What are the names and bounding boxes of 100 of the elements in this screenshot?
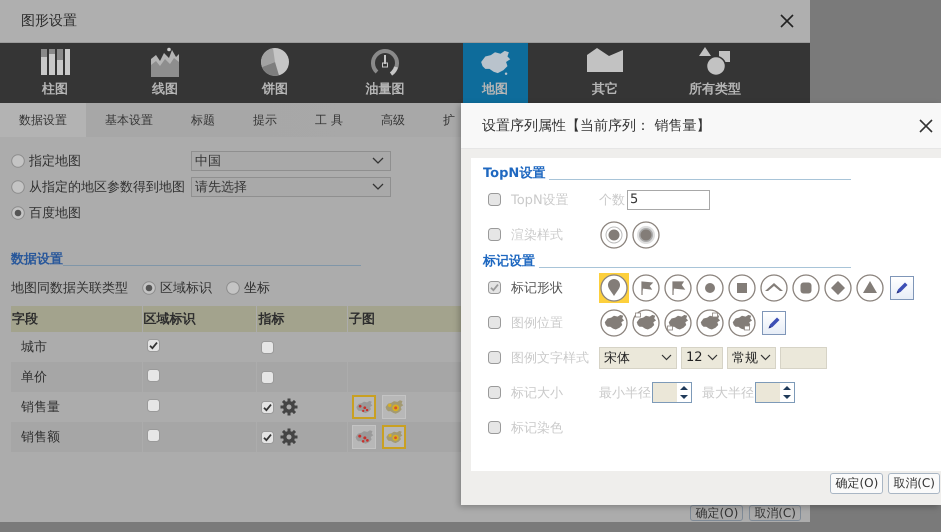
map-thumbnail[interactable]	[352, 425, 376, 449]
render-style-option[interactable]	[599, 220, 629, 250]
checkbox[interactable]	[146, 428, 160, 442]
settings-tab[interactable]: 标题	[172, 103, 234, 137]
pie-chart-icon	[260, 47, 290, 77]
checkbox[interactable]	[261, 340, 274, 354]
settings-tab[interactable]: 提示	[234, 103, 296, 137]
legend-position-option[interactable]	[631, 308, 661, 338]
close-icon[interactable]	[919, 118, 933, 132]
legend-position-option[interactable]	[599, 308, 629, 338]
chevron-icon	[760, 354, 771, 361]
radio-button[interactable]	[11, 180, 25, 194]
diamond-option[interactable]	[823, 272, 853, 302]
settings-tab[interactable]: 数据设置	[0, 103, 86, 137]
render-style-option[interactable]	[631, 220, 661, 250]
chevron-option[interactable]	[759, 272, 789, 302]
checkbox[interactable]	[146, 398, 160, 412]
chart-type-tab[interactable]: 饼图	[242, 43, 308, 103]
settings-tab[interactable]: 基本设置	[86, 103, 172, 137]
flag-option[interactable]	[631, 272, 661, 302]
checkbox[interactable]	[261, 400, 274, 414]
column-header: 字段	[11, 306, 142, 332]
chart-type-tab[interactable]: 其它	[572, 43, 638, 103]
legend-position-option[interactable]	[727, 308, 757, 338]
radio-button[interactable]	[226, 281, 240, 295]
count-field[interactable]: 5	[627, 190, 710, 210]
checkbox[interactable]	[488, 421, 501, 434]
bar-chart-icon	[40, 47, 70, 75]
chevron-icon	[661, 354, 672, 361]
pencil-icon	[894, 280, 910, 296]
dialog-button[interactable]: 取消(C)	[749, 505, 801, 521]
chart-type-tab[interactable]: 线图	[132, 43, 198, 103]
dialog-title: 图形设置	[21, 12, 77, 30]
dialog-button[interactable]: 确定(O)	[830, 473, 884, 494]
rounded-square-option[interactable]	[791, 272, 821, 302]
option-label: 标记形状	[511, 280, 564, 296]
square-option[interactable]	[727, 272, 757, 302]
table-cell: 单价	[11, 362, 142, 392]
radio-button[interactable]	[11, 206, 25, 220]
checkbox[interactable]	[488, 193, 501, 206]
other-chart-icon	[587, 47, 623, 73]
checkbox[interactable]	[488, 281, 501, 294]
triangle-option[interactable]	[855, 272, 885, 302]
gear-icon[interactable]	[280, 398, 298, 416]
font-dropdown[interactable]: 宋体	[599, 346, 677, 368]
field-label: 地图同数据关联类型	[11, 280, 128, 297]
radio-button[interactable]	[11, 154, 25, 168]
line-chart-icon	[150, 47, 180, 77]
section-title: TopN设置	[483, 165, 546, 182]
section-title: 数据设置	[11, 251, 63, 268]
map-thumbnail[interactable]	[382, 425, 406, 449]
radio-label: 坐标	[244, 280, 270, 297]
close-icon[interactable]	[780, 14, 794, 28]
spinner-field[interactable]	[652, 382, 692, 403]
dropdown[interactable]: 请先选择	[191, 177, 391, 197]
circle-option[interactable]	[695, 272, 725, 302]
section-title: 标记设置	[483, 253, 535, 270]
map-thumbnail[interactable]	[382, 395, 406, 419]
chart-type-tab[interactable]: 柱图	[22, 43, 88, 103]
radio-label: 指定地图	[29, 153, 81, 170]
edit-button[interactable]	[890, 276, 914, 300]
size-dropdown[interactable]: 12	[681, 346, 723, 368]
settings-tab[interactable]: 高级	[362, 103, 424, 137]
checkbox[interactable]	[488, 316, 501, 329]
spinner-field[interactable]	[755, 382, 795, 403]
legend-position-option[interactable]	[695, 308, 725, 338]
chart-type-tab[interactable]: 所有类型	[682, 43, 748, 103]
checkbox[interactable]	[146, 368, 160, 382]
checkbox[interactable]	[488, 228, 501, 241]
dialog-title: 设置序列属性【当前序列： 销售量】	[482, 116, 710, 134]
style-dropdown[interactable]: 常规	[727, 346, 776, 368]
pencil-icon	[766, 314, 782, 330]
gear-icon[interactable]	[280, 428, 298, 446]
flag-option[interactable]	[663, 272, 693, 302]
checkbox[interactable]	[146, 338, 160, 352]
checkbox[interactable]	[261, 430, 274, 444]
stepper-arrows-icon[interactable]	[782, 384, 792, 401]
color-field[interactable]	[780, 346, 827, 368]
table-cell-text: 城市	[20, 339, 48, 357]
chevron-icon	[707, 354, 718, 361]
edit-button[interactable]	[762, 310, 786, 334]
map-pin-option[interactable]	[599, 272, 629, 302]
radio-button[interactable]	[142, 281, 156, 295]
dialog-button[interactable]: 取消(C)	[888, 473, 940, 494]
stepper-arrows-icon[interactable]	[679, 384, 689, 401]
settings-tab[interactable]: 工 具	[296, 103, 362, 137]
shapes-chart-icon	[699, 47, 731, 77]
column-header: 指标	[257, 306, 348, 332]
settings-tab[interactable]: 扩	[424, 103, 474, 137]
map-thumbnail[interactable]	[352, 395, 376, 419]
checkbox[interactable]	[488, 351, 501, 364]
checkbox[interactable]	[488, 386, 501, 399]
dialog-button[interactable]: 确定(O)	[690, 505, 744, 521]
legend-position-option[interactable]	[663, 308, 693, 338]
column-header: 区域标识	[142, 306, 256, 332]
checkbox[interactable]	[261, 370, 274, 384]
chevron-icon	[372, 183, 384, 191]
chart-type-tab[interactable]: 油量图	[352, 43, 418, 103]
radio-label: 区域标识	[160, 280, 212, 297]
dropdown[interactable]: 中国	[191, 151, 391, 171]
